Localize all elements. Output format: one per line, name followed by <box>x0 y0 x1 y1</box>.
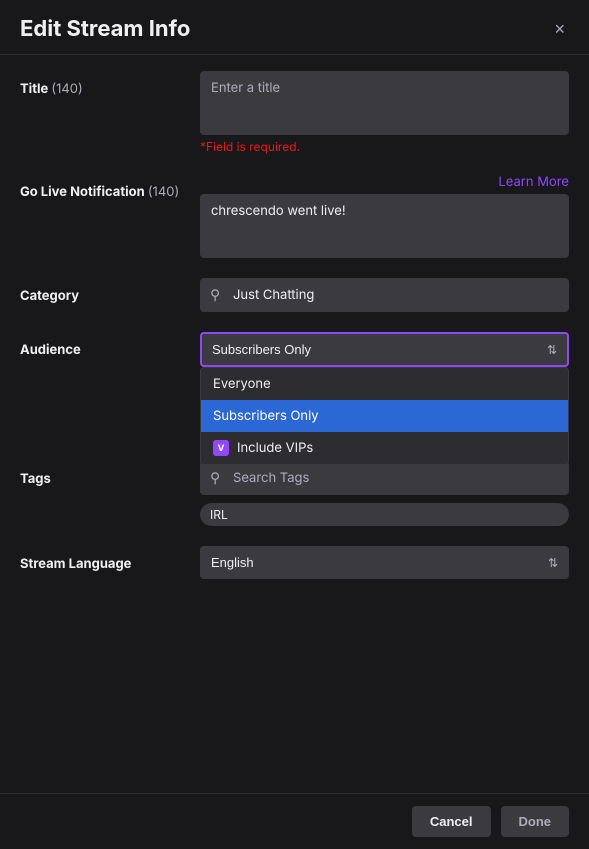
tags-input[interactable] <box>200 461 569 495</box>
title-field-row: Title (140) *Field is required. <box>20 71 569 154</box>
tag-chip-irl[interactable]: IRL <box>200 503 569 526</box>
title-field-content: *Field is required. <box>200 71 569 154</box>
language-field-content: English ⇅ <box>200 546 569 579</box>
title-char-count: (140) <box>51 81 82 97</box>
dropdown-item-subscribers-only[interactable]: Subscribers Only <box>201 400 568 432</box>
language-select-button[interactable]: English ⇅ <box>200 546 569 579</box>
audience-dropdown-wrap: Subscribers Only ⇅ Everyone Subscribers … <box>200 332 569 367</box>
modal-title: Edit Stream Info <box>20 16 190 42</box>
audience-chevron-icon: ⇅ <box>547 343 557 357</box>
learn-more-link[interactable]: Learn More <box>498 174 569 190</box>
title-error: *Field is required. <box>200 139 569 154</box>
learn-more-row: Learn More <box>200 174 569 190</box>
category-field-content: ⚲ <box>200 278 569 312</box>
category-label: Category <box>20 278 200 304</box>
dropdown-item-include-vips[interactable]: V Include VIPs <box>201 432 568 464</box>
notification-char-count: (140) <box>148 184 179 200</box>
language-select-wrap: English ⇅ <box>200 546 569 579</box>
audience-select-button[interactable]: Subscribers Only ⇅ <box>200 332 569 367</box>
audience-selected-value: Subscribers Only <box>212 342 311 357</box>
close-button[interactable]: × <box>550 16 569 42</box>
audience-field-row: Audience Subscribers Only ⇅ Everyone Sub… <box>20 332 569 441</box>
notification-field-row: Go Live Notification (140) Learn More ch… <box>20 174 569 258</box>
tags-search-wrap: ⚲ <box>200 461 569 495</box>
title-label: Title (140) <box>20 71 200 97</box>
category-search-wrap: ⚲ <box>200 278 569 312</box>
edit-stream-info-modal: Edit Stream Info × Title (140) *Field is… <box>0 0 589 849</box>
notification-field-content: Learn More chrescendo went live! <box>200 174 569 258</box>
vip-icon: V <box>213 440 229 456</box>
audience-label: Audience <box>20 332 200 358</box>
category-field-row: Category ⚲ <box>20 278 569 312</box>
audience-dropdown-menu: Everyone Subscribers Only V Include VIPs <box>200 367 569 465</box>
language-label: Stream Language <box>20 546 200 572</box>
done-button[interactable]: Done <box>501 806 570 837</box>
tags-label: Tags <box>20 461 200 487</box>
language-field-row: Stream Language English ⇅ <box>20 546 569 579</box>
tags-field-content: ⚲ IRL <box>200 461 569 526</box>
title-input[interactable] <box>200 71 569 135</box>
category-input[interactable] <box>200 278 569 312</box>
notification-input[interactable]: chrescendo went live! <box>200 194 569 258</box>
cancel-button[interactable]: Cancel <box>412 806 491 837</box>
language-value: English <box>211 555 254 570</box>
notification-label: Go Live Notification (140) <box>20 174 200 200</box>
modal-footer: Cancel Done <box>0 793 589 849</box>
tags-field-row: Tags ⚲ IRL <box>20 461 569 526</box>
modal-body: Title (140) *Field is required. Go Live … <box>0 55 589 793</box>
modal-header: Edit Stream Info × <box>0 0 589 55</box>
language-chevron-icon: ⇅ <box>548 556 558 570</box>
dropdown-item-everyone[interactable]: Everyone <box>201 368 568 400</box>
audience-field-content: Subscribers Only ⇅ Everyone Subscribers … <box>200 332 569 441</box>
